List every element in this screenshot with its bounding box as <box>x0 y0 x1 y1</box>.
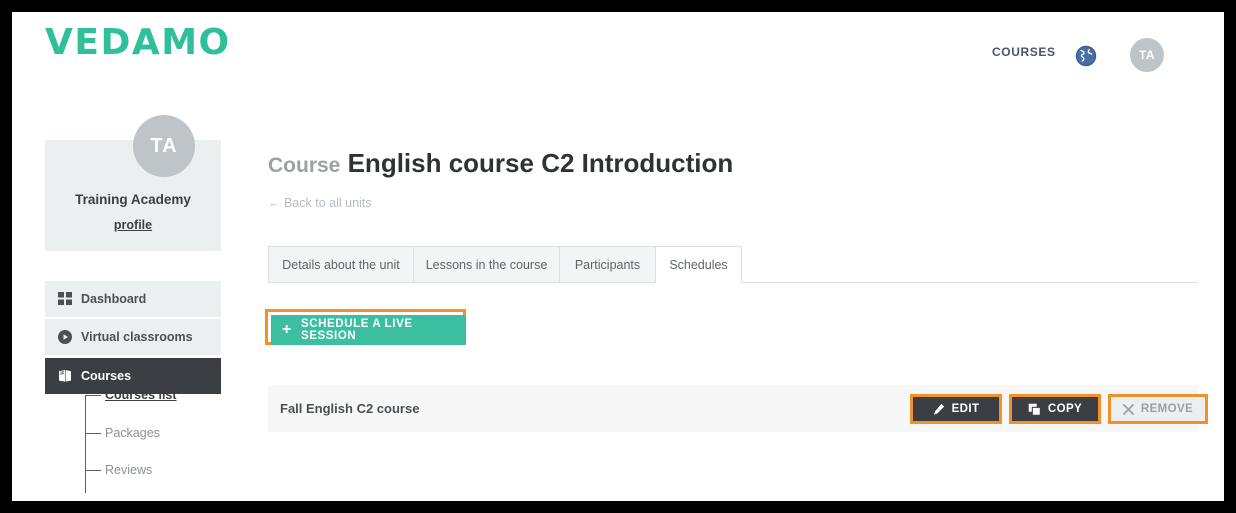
schedule-button-highlight: + SCHEDULE A LIVE SESSION <box>265 309 466 345</box>
profile-card: TA Training Academy profile <box>45 115 221 251</box>
copy-icon <box>1028 403 1041 416</box>
close-x-icon <box>1122 403 1134 415</box>
sidebar-item-reviews[interactable]: Reviews <box>105 463 152 477</box>
book-icon <box>49 369 81 383</box>
profile-name: Training Academy <box>75 192 191 207</box>
main-content: Course English course C2 Introduction ← … <box>260 80 1224 501</box>
sidebar-item-label: Virtual classrooms <box>81 330 193 344</box>
edit-button[interactable]: EDIT <box>913 397 999 421</box>
remove-button[interactable]: REMOVE <box>1111 397 1205 421</box>
schedule-row-title: Fall English C2 course <box>280 401 420 416</box>
remove-button-label: REMOVE <box>1140 403 1194 415</box>
sidebar-item-label: Courses <box>81 369 132 383</box>
header-avatar[interactable]: TA <box>1130 38 1164 72</box>
tree-line-branch <box>85 470 101 471</box>
sidebar-item-dashboard[interactable]: Dashboard <box>45 281 221 318</box>
page-title: Course English course C2 Introduction <box>268 148 733 179</box>
sidebar-item-packages[interactable]: Packages <box>105 426 160 440</box>
copy-button-label: COPY <box>1047 403 1083 415</box>
tab-details-about-the-unit[interactable]: Details about the unit <box>268 246 414 283</box>
back-to-all-units-link[interactable]: ← Back to all units <box>268 196 372 210</box>
avatar: TA <box>133 115 195 177</box>
play-circle-icon <box>49 330 81 344</box>
schedule-live-session-button[interactable]: + SCHEDULE A LIVE SESSION <box>271 315 466 345</box>
tab-schedules[interactable]: Schedules <box>655 246 742 283</box>
profile-link[interactable]: profile <box>45 218 221 232</box>
tree-line-branch <box>85 433 101 434</box>
plus-icon: + <box>282 321 292 338</box>
page-title-kicker: Course <box>268 154 341 177</box>
tree-line-vertical <box>85 395 86 493</box>
tab-lessons-in-the-course[interactable]: Lessons in the course <box>413 246 560 283</box>
edit-button-label: EDIT <box>951 403 980 415</box>
sidebar-item-label: Dashboard <box>81 292 147 306</box>
sidebar: TA Training Academy profile Dashboard Vi… <box>12 80 260 501</box>
top-header: VEDAMO COURSES TA <box>12 12 1224 80</box>
sidebar-subnav: Courses list Packages Reviews <box>85 388 235 495</box>
globe-icon[interactable] <box>1074 44 1098 68</box>
app-window: VEDAMO COURSES TA TA Training Academy pr… <box>12 12 1224 501</box>
remove-button-highlight: REMOVE <box>1108 394 1208 424</box>
copy-button-highlight: COPY <box>1009 394 1101 424</box>
tab-strip: Details about the unit Lessons in the co… <box>268 246 1198 283</box>
schedule-live-session-label: SCHEDULE A LIVE SESSION <box>300 318 413 342</box>
sidebar-item-virtual-classrooms[interactable]: Virtual classrooms <box>45 319 221 356</box>
table-row: Fall English C2 course EDIT COPY REMOVE <box>268 385 1208 432</box>
tab-participants[interactable]: Participants <box>559 246 656 283</box>
edit-button-highlight: EDIT <box>910 394 1002 424</box>
header-nav-courses[interactable]: COURSES <box>992 45 1056 59</box>
tree-line-branch <box>85 395 101 396</box>
copy-button[interactable]: COPY <box>1012 397 1098 421</box>
vedamo-logo[interactable]: VEDAMO <box>45 22 231 63</box>
sidebar-item-courses-list[interactable]: Courses list <box>105 388 177 402</box>
pencil-icon <box>933 403 945 415</box>
grid-icon <box>49 292 81 306</box>
page-title-text: English course C2 Introduction <box>347 148 734 178</box>
